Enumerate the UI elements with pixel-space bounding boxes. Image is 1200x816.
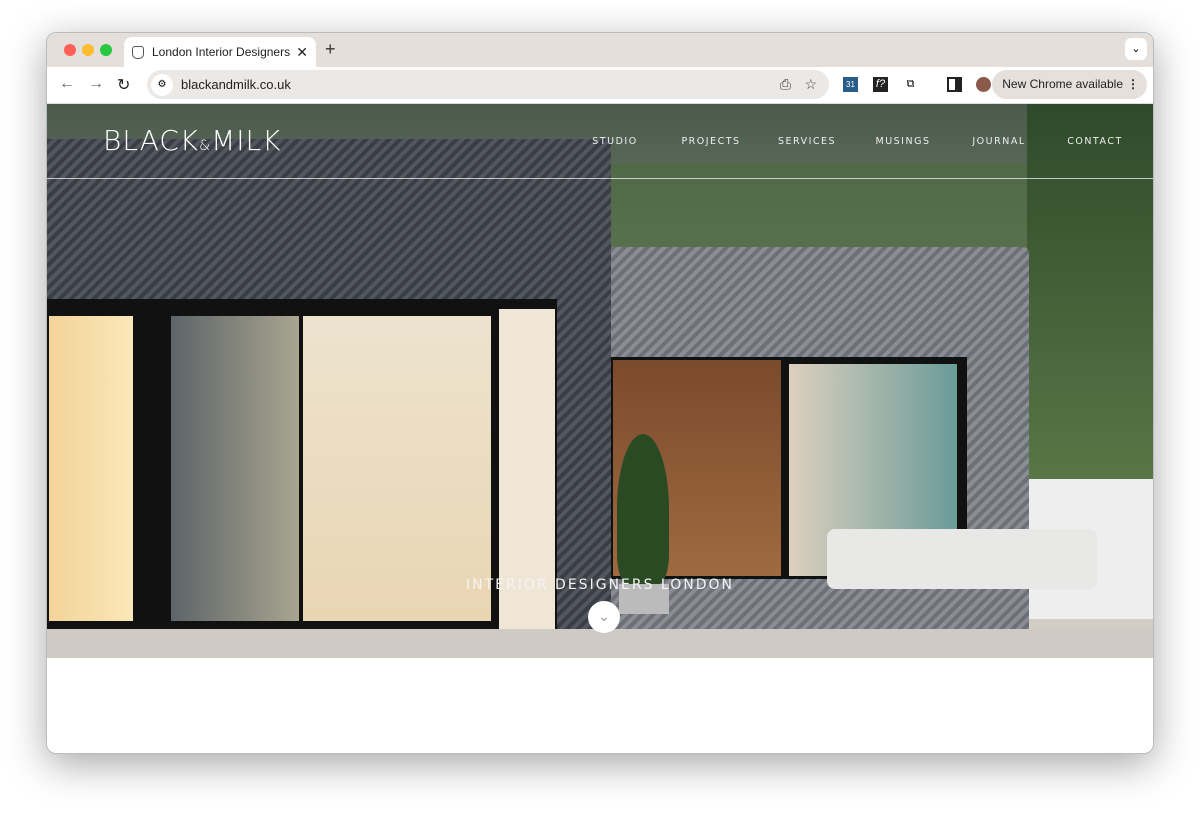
tab-title: London Interior Designers | Tu [152, 45, 292, 59]
hero-tagline: INTERIOR DESIGNERS LONDON [466, 577, 734, 593]
hero-image: BLACK&MILK STUDIO PROJECTS SERVICES MUSI… [47, 104, 1153, 658]
update-chrome-button[interactable]: New Chrome available ⋮ [992, 70, 1147, 99]
nav-contact[interactable]: CONTACT [1047, 136, 1143, 147]
nav-journal[interactable]: JOURNAL [951, 136, 1047, 147]
bookmark-star-icon[interactable]: ☆ [804, 76, 817, 93]
more-menu-icon[interactable]: ⋮ [1127, 70, 1139, 99]
install-icon[interactable]: ⎙ [780, 76, 791, 93]
update-label: New Chrome available [1002, 77, 1123, 91]
favicon-icon [132, 45, 144, 59]
back-icon[interactable]: ← [59, 75, 75, 93]
nav-services[interactable]: SERVICES [759, 136, 855, 147]
site-logo[interactable]: BLACK&MILK [103, 124, 281, 157]
logo-text-black: BLACK [103, 124, 200, 157]
scroll-down-chevron-icon[interactable]: ⌄ [588, 601, 620, 633]
browser-tab[interactable]: London Interior Designers | Tu ✕ [124, 37, 316, 67]
nav-studio[interactable]: STUDIO [567, 136, 663, 147]
font-extension-icon[interactable]: f? [873, 77, 888, 92]
forward-icon[interactable]: → [88, 75, 104, 93]
tab-search-button[interactable]: ⌄ [1125, 38, 1147, 60]
close-tab-icon[interactable]: ✕ [296, 44, 308, 61]
nav-projects[interactable]: PROJECTS [663, 136, 759, 147]
nav-musings[interactable]: MUSINGS [855, 136, 951, 147]
site-info-icon[interactable]: ⚙ [151, 73, 173, 96]
profile-avatar[interactable] [976, 77, 991, 92]
address-bar[interactable]: ⚙ blackandmilk.co.uk ⎙ ☆ [147, 70, 829, 99]
maximize-window-button[interactable] [100, 44, 112, 56]
reload-icon[interactable]: ↻ [117, 75, 130, 95]
calendar-extension-icon[interactable]: 31 [843, 77, 858, 92]
browser-toolbar: ← → ↻ ⚙ blackandmilk.co.uk ⎙ ☆ 31 f? ⧉ N… [47, 67, 1153, 104]
extensions-puzzle-icon[interactable]: ⧉ [903, 77, 918, 92]
new-tab-button[interactable]: + [325, 39, 336, 60]
url-text[interactable]: blackandmilk.co.uk [181, 77, 291, 92]
tab-strip: London Interior Designers | Tu ✕ + ⌄ [47, 33, 1153, 67]
main-nav: STUDIO PROJECTS SERVICES MUSINGS JOURNAL… [567, 136, 1143, 147]
close-window-button[interactable] [64, 44, 76, 56]
side-panel-icon[interactable] [947, 77, 962, 92]
logo-text-milk: MILK [211, 124, 282, 157]
logo-ampersand: & [199, 138, 212, 154]
minimize-window-button[interactable] [82, 44, 94, 56]
header-divider [47, 178, 1153, 179]
browser-window: London Interior Designers | Tu ✕ + ⌄ ← →… [46, 32, 1154, 754]
